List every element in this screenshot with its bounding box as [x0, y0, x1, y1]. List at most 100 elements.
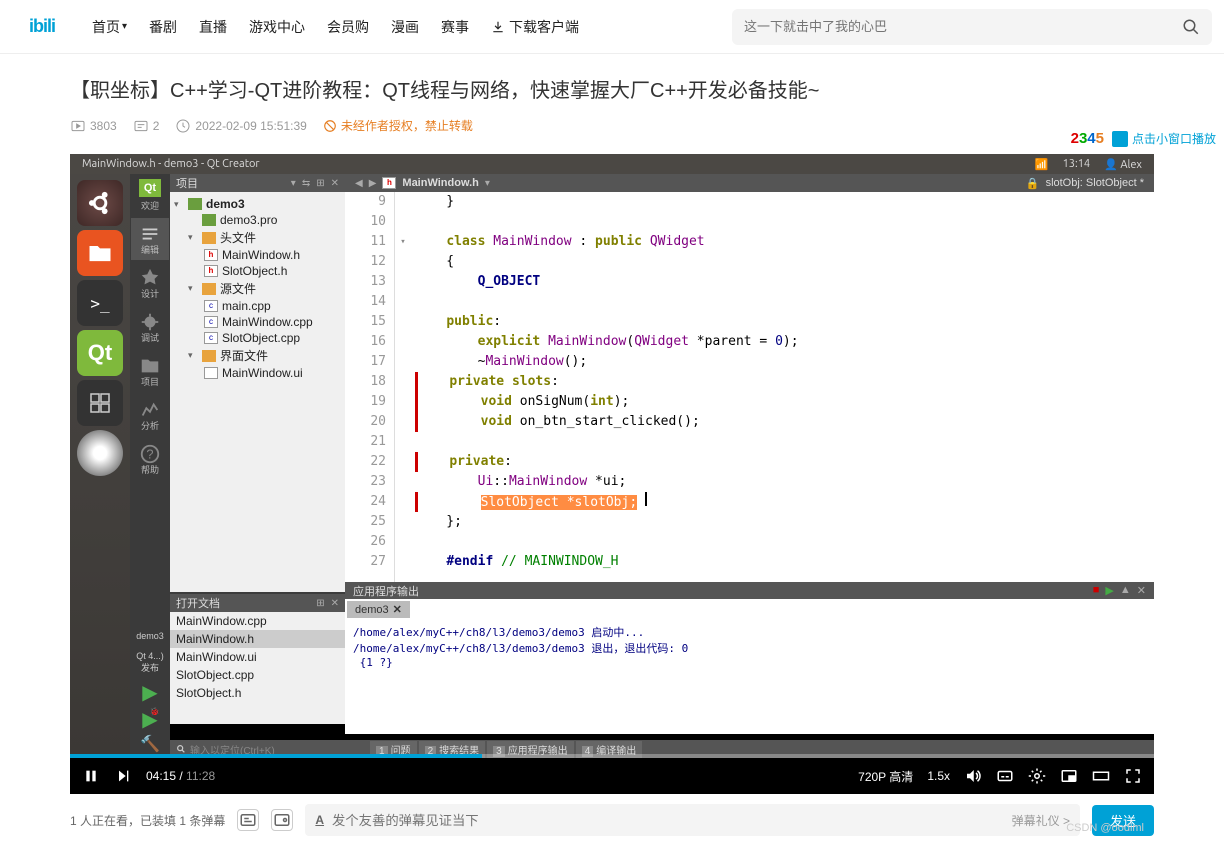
workspace-icon[interactable]: [77, 380, 123, 426]
unity-launcher: >_ Qt: [70, 174, 130, 754]
output-stop-icon[interactable]: ■: [1093, 584, 1100, 597]
title-section: 【职坐标】C++学习-QT进阶教程：QT线程与网络，快速掌握大厂C++开发必备技…: [0, 54, 1224, 144]
download-client-button[interactable]: 下载客户端: [491, 17, 579, 37]
line-gutter: 9101112131415161718192021222324252627: [345, 192, 395, 582]
wifi-icon: 📶: [1035, 158, 1049, 171]
clock: 13:14: [1063, 158, 1091, 170]
quality-button[interactable]: 720P 高清: [858, 768, 913, 785]
top-nav: ibili 首页▾ 番剧 直播 游戏中心 会员购 漫画 赛事 下载客户端: [0, 0, 1224, 54]
debug-run-button[interactable]: ▶🐞: [142, 707, 157, 732]
open-docs-panel: 打开文档⊞✕ MainWindow.cppMainWindow.hMainWin…: [170, 594, 345, 724]
danmaku-count: 2: [133, 118, 160, 134]
output-panel: 应用程序输出 ■ ▶ ▲ ✕ demo3 ✕ /home/alex/myC++/…: [345, 582, 1154, 734]
danmaku-stats: 1 人正在看，已装填 1 条弹幕: [70, 812, 225, 829]
ubuntu-menubar: MainWindow.h - demo3 - Qt Creator 📶 13:1…: [70, 154, 1154, 174]
search-icon[interactable]: [1182, 18, 1200, 36]
nav-vip[interactable]: 会员购: [327, 17, 369, 37]
danmaku-row: 1 人正在看，已装填 1 条弹幕 A 弹幕礼仪 > 发送: [70, 794, 1154, 836]
danmaku-input-wrap: A 弹幕礼仪 >: [305, 804, 1080, 836]
list-item[interactable]: MainWindow.cpp: [170, 612, 345, 630]
right-float-buttons: 2345 点击小窗口播放: [1063, 122, 1224, 155]
lock-icon: 🔒: [1026, 177, 1040, 190]
pip-icon: [1112, 131, 1128, 147]
list-item[interactable]: SlotObject.h: [170, 684, 345, 702]
files-icon[interactable]: [77, 230, 123, 276]
mode-debug[interactable]: 调试: [131, 306, 169, 348]
user-menu[interactable]: 👤 Alex: [1104, 158, 1142, 171]
forbid-icon: [323, 119, 337, 133]
subtitle-button[interactable]: [996, 767, 1014, 785]
search-input[interactable]: [744, 19, 1182, 34]
open-docs-list[interactable]: MainWindow.cppMainWindow.hMainWindow.uiS…: [170, 612, 345, 702]
editor-current-file[interactable]: ◀ ▶ h MainWindow.h ▾: [345, 177, 500, 189]
video-frame[interactable]: MainWindow.h - demo3 - Qt Creator 📶 13:1…: [70, 154, 1154, 794]
nav-bangumi[interactable]: 番剧: [149, 17, 177, 37]
chevron-down-icon: ▾: [122, 21, 127, 32]
mode-edit[interactable]: 编辑: [131, 218, 169, 260]
wide-button[interactable]: [1092, 767, 1110, 785]
csdn-watermark: CSDN @oodlml: [1066, 822, 1144, 834]
mode-welcome[interactable]: Qt欢迎: [131, 174, 169, 216]
output-tab[interactable]: demo3 ✕: [347, 601, 410, 618]
project-panel-header: 项目 ▾⇆⊞✕: [170, 174, 345, 192]
nav-fwd-icon[interactable]: ▶: [369, 178, 377, 189]
qtcreator-icon[interactable]: Qt: [77, 330, 123, 376]
settings-button[interactable]: [1028, 767, 1046, 785]
danmaku-input[interactable]: [332, 813, 1012, 828]
project-tree[interactable]: ▾demo3 demo3.pro ▾头文件 hMainWindow.h hSlo…: [170, 192, 345, 592]
search-icon: [176, 744, 186, 754]
font-style-icon[interactable]: A: [315, 813, 324, 827]
close-icon[interactable]: ✕: [393, 603, 402, 616]
search-box[interactable]: [732, 9, 1212, 45]
danmaku-settings-icon[interactable]: [271, 809, 293, 831]
danmaku-etiquette-link[interactable]: 弹幕礼仪 >: [1012, 812, 1070, 829]
output-content: /home/alex/myC++/ch8/l3/demo3/demo3 启动中.…: [345, 620, 1154, 673]
list-item[interactable]: MainWindow.h: [170, 630, 345, 648]
editor-topbar: ◀ ▶ h MainWindow.h ▾ 🔒 slotObj: SlotObje…: [345, 174, 1154, 192]
nav-match[interactable]: 赛事: [441, 17, 469, 37]
pip-button[interactable]: 点击小窗口播放: [1112, 130, 1216, 147]
video-watermark: 职坐标: [1086, 192, 1134, 216]
volume-button[interactable]: [964, 767, 982, 785]
mode-help[interactable]: ?帮助: [131, 438, 169, 480]
fullscreen-button[interactable]: [1124, 767, 1142, 785]
brand-2345[interactable]: 2345: [1071, 130, 1104, 147]
terminal-icon[interactable]: >_: [77, 280, 123, 326]
mode-design[interactable]: 设计: [131, 262, 169, 304]
play-icon: [70, 118, 86, 134]
code-content[interactable]: } class MainWindow : public QWidget { Q_…: [411, 192, 1154, 582]
svg-text:?: ?: [146, 446, 153, 461]
editor-breadcrumb[interactable]: 🔒 slotObj: SlotObject *: [1016, 177, 1154, 190]
speed-button[interactable]: 1.5x: [927, 769, 950, 783]
filter-icon[interactable]: ▾: [291, 178, 296, 189]
output-close-icon[interactable]: ✕: [1137, 584, 1146, 597]
project-panel: 项目 ▾⇆⊞✕ ▾demo3 demo3.pro ▾头文件 hMainWindo…: [170, 174, 345, 594]
qtcreator-mode-bar: Qt欢迎 编辑 设计 调试 项目 分析 ?帮助 demo3 Qt 4...) 发…: [130, 174, 170, 754]
reprint-forbidden: 未经作者授权，禁止转载: [323, 117, 473, 134]
code-editor[interactable]: 9101112131415161718192021222324252627 ▾ …: [345, 192, 1154, 582]
nav-home[interactable]: 首页▾: [92, 17, 127, 37]
kit-target[interactable]: demo3: [134, 627, 166, 645]
output-run-icon[interactable]: ▶: [1105, 584, 1113, 597]
dash-icon[interactable]: [77, 180, 123, 226]
nav-manga[interactable]: 漫画: [391, 17, 419, 37]
danmaku-icon: [133, 118, 149, 134]
list-item[interactable]: MainWindow.ui: [170, 648, 345, 666]
build-button[interactable]: 🔨: [140, 734, 160, 754]
list-item[interactable]: SlotObject.cpp: [170, 666, 345, 684]
mode-projects[interactable]: 项目: [131, 350, 169, 392]
danmaku-toggle-icon[interactable]: [237, 809, 259, 831]
nav-live[interactable]: 直播: [199, 17, 227, 37]
pip-control-button[interactable]: [1060, 767, 1078, 785]
kit-config[interactable]: Qt 4...) 发布: [130, 647, 170, 678]
nav-items: 首页▾ 番剧 直播 游戏中心 会员购 漫画 赛事 下载客户端: [92, 17, 579, 37]
run-button[interactable]: ▶: [142, 680, 157, 705]
mode-analyze[interactable]: 分析: [131, 394, 169, 436]
next-button[interactable]: [114, 767, 132, 785]
nav-game[interactable]: 游戏中心: [249, 17, 305, 37]
disc-icon[interactable]: [77, 430, 123, 476]
output-up-icon[interactable]: ▲: [1120, 584, 1131, 597]
nav-back-icon[interactable]: ◀: [355, 178, 363, 189]
bilibili-logo[interactable]: ibili: [12, 13, 72, 41]
pause-button[interactable]: [82, 767, 100, 785]
